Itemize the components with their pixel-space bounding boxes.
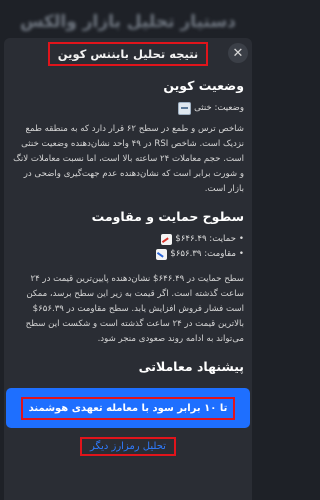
trade-heading: پیشنهاد معاملاتی <box>138 359 244 374</box>
coin-status-paragraph: شاخص ترس و طمع در سطح ۶۲ قرار دارد که به… <box>13 124 244 194</box>
margin-trade-button-label: تا ۱۰ برابر سود با معامله تعهدی هوشمند <box>20 396 236 420</box>
support-label: حمایت: ۶۴۶.۴۹$ <box>175 234 236 244</box>
modal-header: نتیجه تحلیل بایننس کوین ✕ <box>4 38 252 70</box>
status-row: وضعیت: خنثی <box>12 101 244 116</box>
neutral-face-icon <box>178 102 192 115</box>
analyze-another-button[interactable]: تحلیل رمزارز دیگر <box>0 434 256 458</box>
modal-title: نتیجه تحلیل بایننس کوین <box>47 42 209 66</box>
margin-trade-button[interactable]: تا ۱۰ برابر سود با معامله تعهدی هوشمند <box>6 388 250 428</box>
levels-paragraph: سطح حمایت در ۶۴۶.۴۹$ نشان‌دهنده پایین‌تر… <box>25 274 244 344</box>
close-icon[interactable]: ✕ <box>228 43 248 63</box>
levels-heading: سطوح حمایت و مقاومت <box>91 209 244 224</box>
resistance-row: • مقاومت: ۶۵۶.۳۹$ <box>12 247 244 262</box>
chart-increasing-icon <box>161 234 173 245</box>
analysis-content[interactable]: وضعیت کوین وضعیت: خنثی شاخص ترس و طمع در… <box>10 72 246 420</box>
resistance-label: مقاومت: ۶۵۶.۳۹$ <box>170 249 236 259</box>
chart-decreasing-icon <box>156 249 168 260</box>
analysis-modal: نتیجه تحلیل بایننس کوین ✕ وضعیت کوین وضع… <box>4 38 252 500</box>
support-row: • حمایت: ۶۴۶.۴۹$ <box>12 232 244 247</box>
analyze-another-button-label: تحلیل رمزارز دیگر <box>80 436 176 456</box>
coin-status-heading: وضعیت کوین <box>163 78 244 93</box>
status-label: وضعیت: خنثی <box>194 103 244 113</box>
